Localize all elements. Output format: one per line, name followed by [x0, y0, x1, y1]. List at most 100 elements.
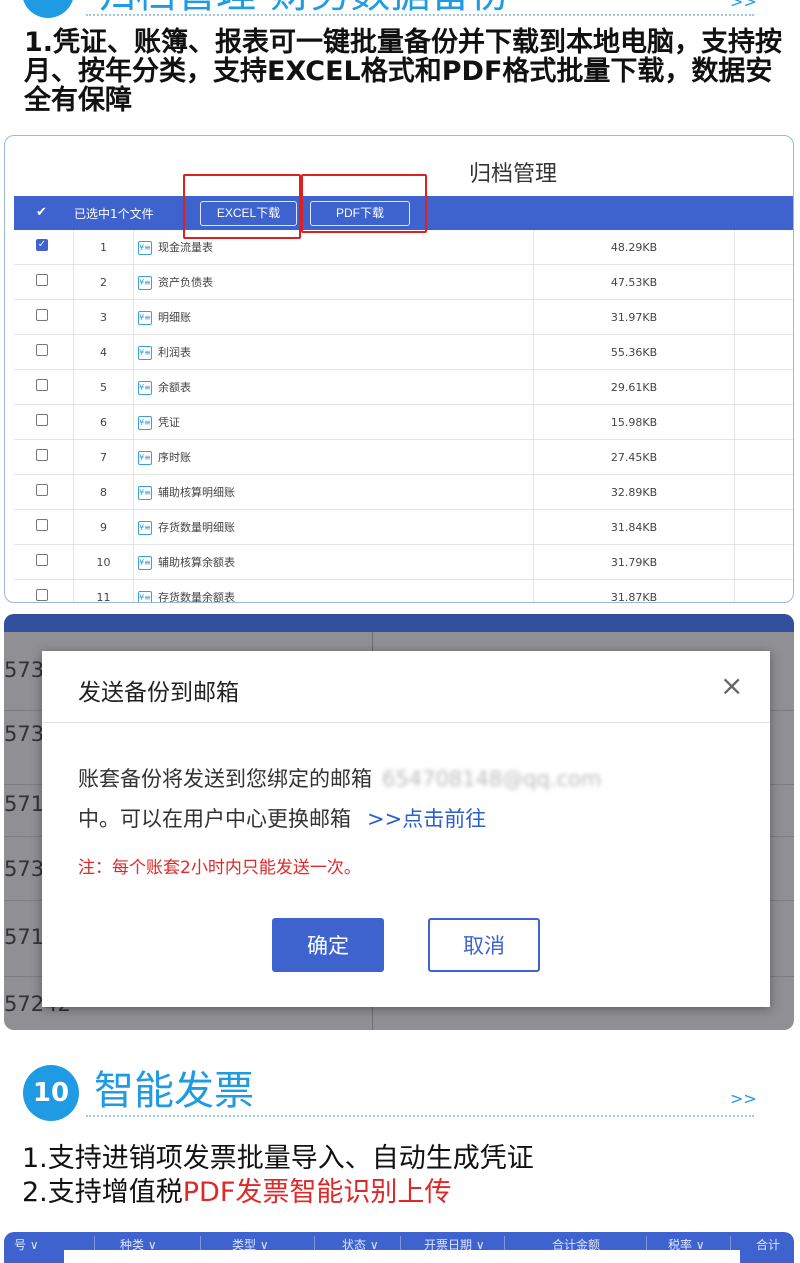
file-list: ✓ 1 ¥≡ 现金流量表 48.29KB 2 ¥≡ 资产负债表 47.53KB 3 …	[14, 230, 793, 603]
spreadsheet-icon: ¥≡	[138, 311, 152, 325]
background-cell: 571	[4, 925, 45, 949]
row-checkbox[interactable]	[36, 414, 48, 426]
table-row[interactable]: 9 ¥≡ 存货数量明细账 31.84KB	[14, 510, 793, 545]
spreadsheet-icon: ¥≡	[138, 521, 152, 535]
file-size: 31.97KB	[534, 300, 735, 335]
section10-line2: 2.支持增值税PDF发票智能识别上传	[22, 1177, 452, 1208]
row-number: 5	[74, 370, 134, 405]
row-number: 10	[74, 545, 134, 580]
section10-number-badge: 10	[23, 1065, 79, 1121]
spreadsheet-icon: ¥≡	[138, 381, 152, 395]
go-to-user-center-link[interactable]: >>点击前往	[367, 807, 486, 831]
table-row[interactable]: 4 ¥≡ 利润表 55.36KB	[14, 335, 793, 370]
pdf-highlight-box	[301, 174, 427, 233]
file-size: 47.53KB	[534, 265, 735, 300]
section9-number-badge	[22, 0, 74, 18]
table-row[interactable]: 11 ¥≡ 存货数量余额表 31.87KB	[14, 580, 793, 603]
file-name: 辅助核算余额表	[158, 556, 235, 569]
file-size: 31.87KB	[534, 580, 735, 602]
background-cell: 573	[4, 857, 45, 881]
email-backup-dialog: 发送备份到邮箱 × 账套备份将发送到您绑定的邮箱 654708148@qq.com…	[42, 651, 770, 1007]
table-row[interactable]: 7 ¥≡ 序时账 27.45KB	[14, 440, 793, 475]
dialog-message-line1: 账套备份将发送到您绑定的邮箱 654708148@qq.com	[78, 767, 602, 791]
row-checkbox[interactable]	[36, 344, 48, 356]
table-row[interactable]: 2 ¥≡ 资产负债表 47.53KB	[14, 265, 793, 300]
section9-divider	[86, 14, 754, 16]
section9-description: 1.凭证、账簿、报表可一键批量备份并下载到本地电脑，支持按月、按年分类，支持EX…	[24, 27, 783, 116]
table-row[interactable]: 5 ¥≡ 余额表 29.61KB	[14, 370, 793, 405]
file-name: 明细账	[158, 311, 191, 324]
row-checkbox[interactable]	[36, 554, 48, 566]
section10-highlight: PDF发票智能识别上传	[182, 1177, 452, 1208]
confirm-button[interactable]: 确定	[272, 918, 384, 972]
spreadsheet-icon: ¥≡	[138, 241, 152, 255]
invoice-table-body	[64, 1250, 740, 1263]
select-all-checkbox[interactable]: ✔	[36, 205, 47, 220]
background-table-header	[4, 614, 794, 632]
background-cell: 573	[4, 658, 45, 682]
cancel-button[interactable]: 取消	[428, 918, 540, 972]
file-size: 32.89KB	[534, 475, 735, 510]
spreadsheet-icon: ¥≡	[138, 556, 152, 570]
archive-window: 归档管理 ✔ 已选中1个文件 EXCEL下载 PDF下载 ✓ 1 ¥≡ 现金流量表…	[4, 135, 794, 603]
row-checkbox[interactable]	[36, 589, 48, 601]
section9-header: 归档管理-财务数据备份 >>	[0, 0, 800, 22]
section10-line1: 1.支持进销项发票批量导入、自动生成凭证	[22, 1143, 534, 1174]
table-row[interactable]: 6 ¥≡ 凭证 15.98KB	[14, 405, 793, 440]
dialog-title: 发送备份到邮箱	[78, 680, 239, 706]
file-name: 存货数量明细账	[158, 521, 235, 534]
file-name: 辅助核算明细账	[158, 486, 235, 499]
file-size: 31.84KB	[534, 510, 735, 545]
column-header[interactable]: 合计	[756, 1236, 780, 1253]
invoice-table-header: 号 ∨ 种类 ∨ 类型 ∨ 状态 ∨ 开票日期 ∨ 合计金额 税率 ∨ 合计	[4, 1232, 794, 1263]
spreadsheet-icon: ¥≡	[138, 346, 152, 360]
table-row[interactable]: 10 ¥≡ 辅助核算余额表 31.79KB	[14, 545, 793, 580]
table-row[interactable]: 8 ¥≡ 辅助核算明细账 32.89KB	[14, 475, 793, 510]
file-name: 存货数量余额表	[158, 591, 235, 603]
row-number: 4	[74, 335, 134, 370]
spreadsheet-icon: ¥≡	[138, 451, 152, 465]
table-row[interactable]: 3 ¥≡ 明细账 31.97KB	[14, 300, 793, 335]
file-size: 27.45KB	[534, 440, 735, 475]
row-checkbox[interactable]	[36, 274, 48, 286]
row-number: 9	[74, 510, 134, 545]
bound-email: 654708148@qq.com	[382, 767, 602, 791]
file-name: 余额表	[158, 381, 191, 394]
column-header[interactable]: 号 ∨	[14, 1236, 39, 1253]
selected-count-text: 已选中1个文件	[74, 207, 154, 221]
file-name: 凭证	[158, 416, 180, 429]
row-checkbox[interactable]	[36, 484, 48, 496]
row-checkbox[interactable]	[36, 519, 48, 531]
row-checkbox[interactable]	[36, 449, 48, 461]
section10-more-link[interactable]: >>	[730, 1089, 757, 1108]
spreadsheet-icon: ¥≡	[138, 416, 152, 430]
close-icon[interactable]: ×	[720, 669, 743, 702]
file-size: 15.98KB	[534, 405, 735, 440]
file-name: 序时账	[158, 451, 191, 464]
archive-title: 归档管理	[469, 162, 558, 187]
dialog-message-line2: 中。可以在用户中心更换邮箱 >>点击前往	[78, 807, 487, 831]
row-checkbox[interactable]: ✓	[36, 239, 48, 251]
row-number: 8	[74, 475, 134, 510]
file-name: 资产负债表	[158, 276, 213, 289]
row-checkbox[interactable]	[36, 379, 48, 391]
file-size: 31.79KB	[534, 545, 735, 580]
spreadsheet-icon: ¥≡	[138, 591, 152, 602]
file-name: 现金流量表	[158, 241, 213, 254]
section10-title: 智能发票	[94, 1068, 254, 1114]
table-row[interactable]: ✓ 1 ¥≡ 现金流量表 48.29KB	[14, 230, 793, 265]
file-size: 55.36KB	[534, 335, 735, 370]
spreadsheet-icon: ¥≡	[138, 486, 152, 500]
row-number: 1	[74, 230, 134, 265]
dialog-note: 注：每个账套2小时内只能发送一次。	[78, 858, 361, 878]
section10-divider	[86, 1115, 754, 1117]
row-number: 3	[74, 300, 134, 335]
section9-more-link[interactable]: >>	[730, 0, 757, 11]
row-checkbox[interactable]	[36, 309, 48, 321]
dialog-header: 发送备份到邮箱 ×	[42, 651, 770, 723]
row-number: 11	[74, 580, 134, 602]
modal-overlay: 573 573 571 573 571 57242 发送备份到邮箱 × 账套备份…	[4, 614, 794, 1030]
spreadsheet-icon: ¥≡	[138, 276, 152, 290]
row-number: 6	[74, 405, 134, 440]
row-number: 7	[74, 440, 134, 475]
